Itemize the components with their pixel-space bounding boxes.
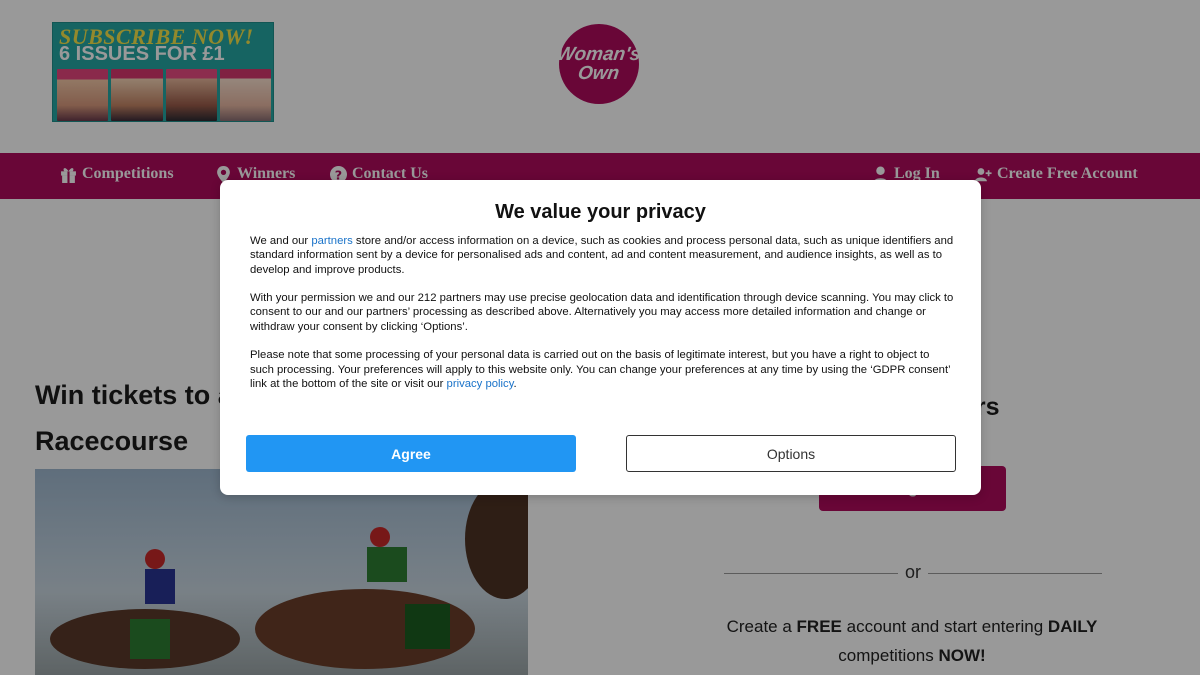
consent-title: We value your privacy bbox=[495, 201, 706, 223]
partners-link[interactable]: partners bbox=[311, 235, 352, 247]
agree-button[interactable]: Agree bbox=[246, 435, 576, 472]
privacy-policy-link[interactable]: privacy policy bbox=[447, 378, 514, 390]
consent-paragraph-3: Please note that some processing of your… bbox=[250, 349, 951, 390]
consent-paragraph-2: With your permission we and our 212 part… bbox=[250, 292, 954, 333]
privacy-consent-dialog: We value your privacy We and our partner… bbox=[220, 180, 981, 495]
options-button[interactable]: Options bbox=[626, 435, 956, 472]
consent-paragraph-1: We and our partners store and/or access … bbox=[250, 235, 954, 276]
consent-body: We and our partners store and/or access … bbox=[250, 234, 955, 406]
